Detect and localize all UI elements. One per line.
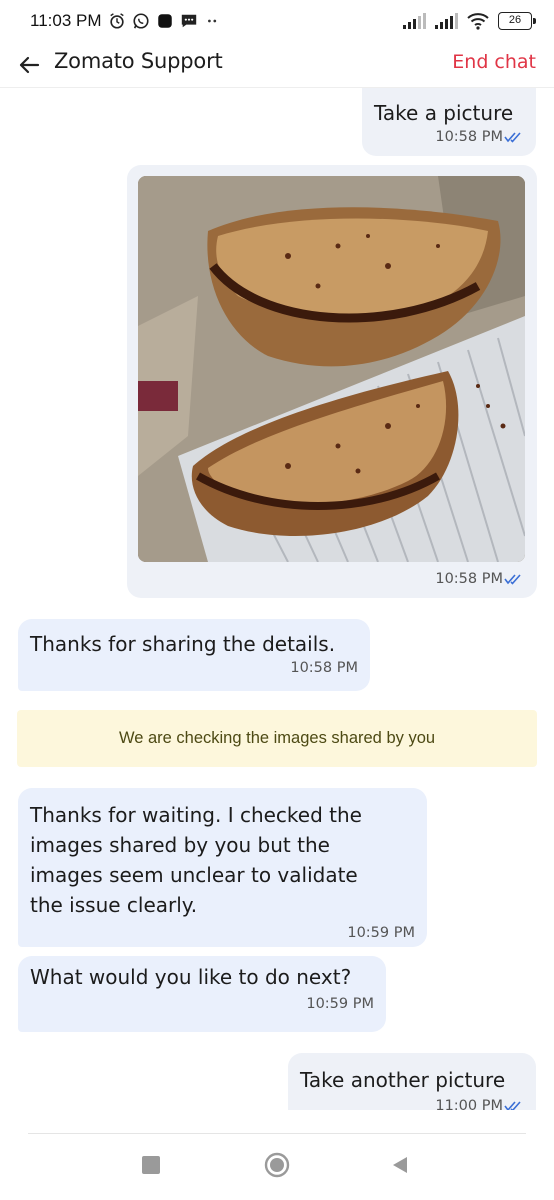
- page-title: Zomato Support: [54, 49, 223, 73]
- battery-icon: 26: [498, 12, 536, 30]
- message-text: Take another picture: [300, 1068, 506, 1092]
- home-circle-icon[interactable]: [264, 1152, 290, 1178]
- signal-icon: [403, 13, 426, 29]
- message-text: What would you like to do next?: [30, 965, 352, 989]
- whatsapp-icon: [133, 13, 149, 29]
- read-tick-icon: [504, 1101, 521, 1110]
- message-timestamp: 11:00 PM: [300, 1097, 524, 1110]
- shared-photo[interactable]: [138, 176, 525, 562]
- status-bar: 11:03 PM 26: [0, 0, 554, 46]
- status-notification-icons: [108, 12, 222, 30]
- alarm-icon: [110, 13, 124, 29]
- message-text-line: images seem unclear to validate: [30, 863, 358, 887]
- message-incoming: What would you like to do next? 10:59 PM: [18, 956, 386, 1032]
- system-nav-bar: [28, 1133, 526, 1200]
- message-text-line: the issue clearly.: [30, 893, 198, 917]
- back-arrow-icon[interactable]: [16, 52, 42, 78]
- message-timestamp: 10:59 PM: [347, 925, 415, 941]
- message-text: Take a picture: [374, 101, 514, 125]
- signal-icon: [435, 13, 458, 29]
- message-timestamp: 10:58 PM: [290, 660, 358, 676]
- message-text-line: images shared by you but the: [30, 833, 330, 857]
- message-outgoing: Take another picture 11:00 PM: [288, 1053, 536, 1110]
- message-timestamp: 10:58 PM: [374, 128, 524, 146]
- chat-thread[interactable]: Take a picture 10:58 PM 10:58 PM Thanks …: [0, 88, 554, 1110]
- wifi-icon: [467, 13, 489, 30]
- message-text-line: Thanks for waiting. I checked the: [30, 803, 362, 827]
- read-tick-icon: [504, 132, 521, 143]
- calzone-photo-image: [138, 176, 525, 562]
- message-outgoing: Take a picture 10:58 PM: [362, 88, 536, 156]
- message-outgoing-image: 10:58 PM: [127, 165, 537, 598]
- end-chat-button[interactable]: End chat: [452, 51, 536, 73]
- recents-square-icon[interactable]: [142, 1156, 160, 1174]
- message-icon: [181, 14, 197, 28]
- back-triangle-icon[interactable]: [390, 1155, 410, 1175]
- message-incoming: Thanks for sharing the details. 10:58 PM: [18, 619, 370, 691]
- message-timestamp: 10:58 PM: [138, 570, 526, 588]
- message-timestamp: 10:59 PM: [306, 996, 374, 1012]
- system-notice: We are checking the images shared by you: [17, 710, 537, 767]
- status-system-icons: 26: [402, 12, 536, 30]
- message-incoming: Thanks for waiting. I checked the images…: [18, 788, 427, 947]
- read-tick-icon: [504, 574, 521, 585]
- message-text: Thanks for sharing the details.: [30, 632, 336, 656]
- more-dots-icon: [208, 19, 217, 23]
- chat-header: Zomato Support End chat: [0, 46, 554, 88]
- status-time: 11:03 PM: [30, 11, 102, 30]
- app-icon: [158, 14, 172, 28]
